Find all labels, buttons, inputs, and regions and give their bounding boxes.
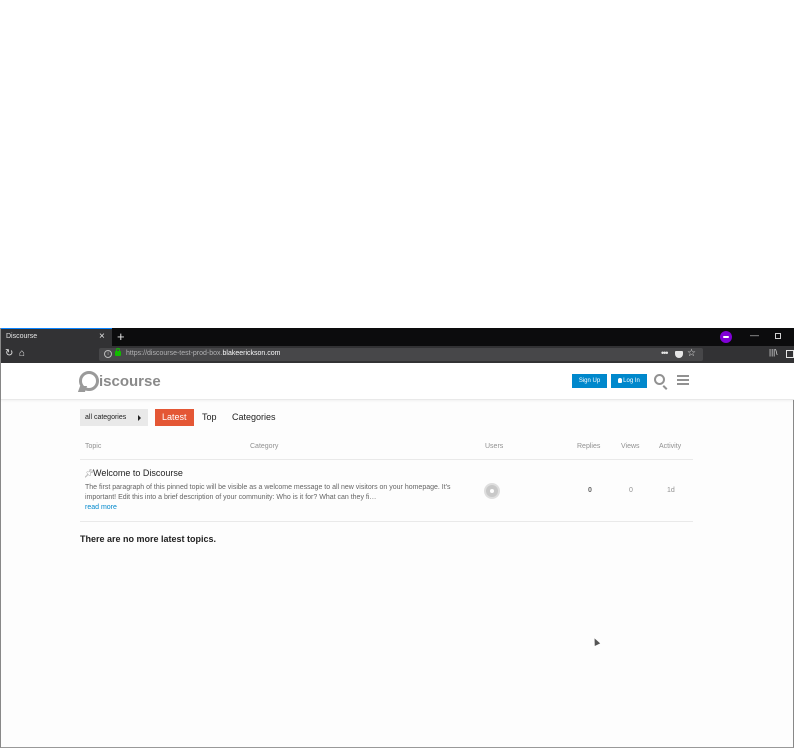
views-count: 0 bbox=[629, 487, 633, 494]
column-header-views[interactable]: Views bbox=[621, 443, 640, 450]
close-icon[interactable]: × bbox=[99, 331, 105, 343]
tab-discourse[interactable]: Discourse × bbox=[1, 328, 112, 346]
url-text: https://discourse-test-prod-box.blakeeri… bbox=[126, 350, 280, 357]
info-icon[interactable]: i bbox=[104, 350, 112, 358]
topic-title-link[interactable]: Welcome to Discourse bbox=[93, 468, 183, 478]
table-row: 📌︎ Welcome to Discourse The first paragr… bbox=[80, 460, 693, 522]
column-header-replies[interactable]: Replies bbox=[577, 443, 600, 450]
nav-pill-top[interactable]: Top bbox=[195, 409, 224, 426]
mouse-cursor-icon bbox=[591, 637, 601, 646]
column-header-topic[interactable]: Topic bbox=[85, 443, 101, 450]
star-icon[interactable]: ☆ bbox=[687, 348, 696, 360]
url-domain: blakeerickson.com bbox=[222, 350, 281, 357]
url-bar[interactable]: i https://discourse-test-prod-box.blakee… bbox=[99, 348, 703, 361]
nav-bar: ↻ ⌂ i https://discourse-test-prod-box.bl… bbox=[1, 346, 794, 363]
nav-pill-latest[interactable]: Latest bbox=[155, 409, 194, 426]
sign-up-button[interactable]: Sign Up bbox=[572, 374, 607, 388]
lock-icon[interactable] bbox=[115, 348, 121, 356]
logo-text: iscourse bbox=[99, 372, 161, 390]
search-icon[interactable] bbox=[654, 374, 665, 385]
gear-icon[interactable] bbox=[486, 485, 498, 497]
home-icon[interactable]: ⌂ bbox=[19, 347, 25, 361]
column-header-activity[interactable]: Activity bbox=[659, 443, 681, 450]
no-more-topics-message: There are no more latest topics. bbox=[80, 534, 217, 544]
site-logo[interactable]: iscourse bbox=[79, 370, 161, 392]
log-in-button[interactable]: Log In bbox=[611, 374, 647, 388]
library-icon[interactable]: |||\ bbox=[769, 348, 777, 357]
minimize-icon[interactable]: — bbox=[750, 330, 759, 340]
browser-window: Discourse × + — ↻ ⌂ i https://discourse-… bbox=[0, 328, 794, 748]
read-more-link[interactable]: read more bbox=[85, 504, 117, 511]
more-icon[interactable]: ••• bbox=[661, 348, 669, 358]
replies-count: 0 bbox=[588, 487, 592, 494]
sidebar-icon[interactable] bbox=[786, 350, 794, 358]
reload-icon[interactable]: ↻ bbox=[5, 347, 13, 361]
activity-time[interactable]: 1d bbox=[667, 487, 675, 494]
categories-dropdown[interactable]: all categories bbox=[80, 409, 148, 426]
column-header-users[interactable]: Users bbox=[485, 443, 503, 450]
tab-strip: Discourse × + — bbox=[1, 328, 794, 346]
logo-mark-icon bbox=[79, 371, 99, 391]
caret-right-icon bbox=[138, 415, 141, 421]
tab-title: Discourse bbox=[6, 333, 38, 340]
private-mask-icon bbox=[720, 331, 732, 343]
site-header: iscourse Sign Up Log In bbox=[1, 363, 794, 400]
url-prefix: https://discourse-test-prod-box. bbox=[126, 350, 223, 357]
topic-excerpt: The first paragraph of this pinned topic… bbox=[85, 484, 451, 501]
new-tab-icon[interactable]: + bbox=[117, 328, 125, 345]
column-header-category[interactable]: Category bbox=[250, 443, 278, 450]
pocket-icon[interactable] bbox=[675, 351, 683, 358]
log-in-label: Log In bbox=[623, 378, 640, 384]
hamburger-menu-icon[interactable] bbox=[677, 375, 689, 385]
nav-pill-categories[interactable]: Categories bbox=[225, 409, 283, 426]
user-icon bbox=[618, 378, 623, 383]
maximize-icon[interactable] bbox=[775, 333, 781, 339]
categories-dropdown-label: all categories bbox=[85, 414, 127, 421]
screen: Discourse × + — ↻ ⌂ i https://discourse-… bbox=[0, 0, 794, 748]
